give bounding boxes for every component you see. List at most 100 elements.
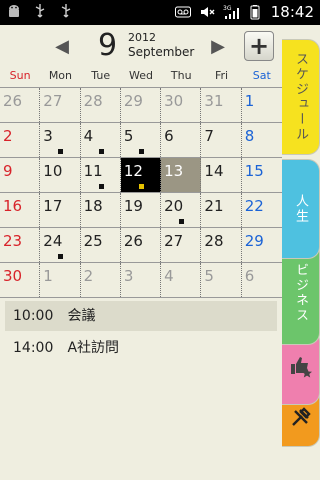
tools-icon xyxy=(291,407,311,426)
day-cell[interactable]: 16 xyxy=(0,193,41,227)
day-number: 28 xyxy=(83,92,103,110)
day-cell[interactable]: 11 xyxy=(81,158,121,192)
day-number: 23 xyxy=(3,232,23,250)
day-number: 31 xyxy=(204,92,224,110)
day-number: 25 xyxy=(83,232,103,250)
day-cell[interactable]: 26 xyxy=(0,88,41,122)
event-marker xyxy=(98,149,104,154)
day-cell[interactable]: 8 xyxy=(242,123,282,157)
event-marker xyxy=(58,254,64,259)
day-number: 15 xyxy=(244,162,264,180)
tab-schedule-label: スケジュール xyxy=(293,52,308,142)
day-cell[interactable]: 18 xyxy=(81,193,121,227)
thumbs-up-star-icon xyxy=(290,357,312,378)
day-cell[interactable]: 4 xyxy=(81,123,121,157)
android-icon xyxy=(9,5,19,17)
day-cell[interactable]: 26 xyxy=(121,228,162,262)
day-cell[interactable]: 1 xyxy=(242,88,282,122)
day-number: 21 xyxy=(204,197,224,215)
day-number: 16 xyxy=(3,197,23,215)
day-number: 24 xyxy=(43,232,63,250)
svg-text:3G: 3G xyxy=(223,5,232,12)
day-cell[interactable]: 24 xyxy=(40,228,81,262)
weekday-label: Wed xyxy=(128,69,153,82)
day-number: 1 xyxy=(244,92,255,110)
usb-icon xyxy=(35,4,45,18)
side-tabs: ビジネス 人生 スケジュール xyxy=(282,25,320,480)
day-cell[interactable]: 9 xyxy=(0,158,41,192)
day-cell[interactable]: 15 xyxy=(242,158,282,192)
day-number: 6 xyxy=(244,267,255,285)
event-marker xyxy=(138,149,144,154)
day-cell[interactable]: 28 xyxy=(201,228,242,262)
day-number: 5 xyxy=(123,127,134,145)
day-cell[interactable]: 5 xyxy=(121,123,162,157)
day-number: 5 xyxy=(204,267,214,285)
day-cell[interactable]: 27 xyxy=(161,228,202,262)
day-cell[interactable]: 28 xyxy=(81,88,121,122)
day-cell[interactable]: 30 xyxy=(161,88,202,122)
weekday-label: Sat xyxy=(252,69,271,82)
day-cell[interactable]: 14 xyxy=(201,158,242,192)
day-number: 4 xyxy=(83,127,94,145)
day-number: 27 xyxy=(164,232,184,250)
next-month-button[interactable]: ▶ xyxy=(208,37,228,57)
day-number: 11 xyxy=(83,162,103,180)
calendar-main: ◀ 9 2012 September ▶ + Sun Mon Tue Wed T… xyxy=(0,25,282,480)
calendar-grid: 26 27 28 29 30 31 1 2 3 4 5 6 7 8 9 10 11 12 13 14 15 16 17 18 1… xyxy=(0,87,282,297)
day-cell[interactable]: 31 xyxy=(201,88,242,122)
day-cell[interactable]: 5 xyxy=(201,263,242,297)
day-number: 29 xyxy=(123,92,143,110)
event-marker xyxy=(98,184,104,189)
event-item[interactable]: 10:00 会議 xyxy=(5,301,277,331)
day-number: 17 xyxy=(43,197,63,215)
day-cell[interactable]: 2 xyxy=(0,123,41,157)
day-number: 20 xyxy=(164,197,184,215)
event-marker xyxy=(58,149,64,154)
day-number: 19 xyxy=(123,197,143,215)
day-number: 9 xyxy=(3,162,13,180)
day-number: 8 xyxy=(244,127,255,145)
weekday-label: Tue xyxy=(91,69,111,82)
day-cell[interactable]: 22 xyxy=(242,193,282,227)
day-cell-today[interactable]: 12 xyxy=(120,158,162,192)
day-cell[interactable]: 20 xyxy=(161,193,202,227)
day-cell[interactable]: 3 xyxy=(40,123,81,157)
day-cell[interactable]: 17 xyxy=(40,193,81,227)
day-cell[interactable]: 23 xyxy=(0,228,41,262)
day-cell[interactable]: 30 xyxy=(0,263,41,297)
day-cell[interactable]: 7 xyxy=(201,123,242,157)
tab-life[interactable]: 人生 xyxy=(282,159,320,259)
3g-signal-icon: 3G xyxy=(223,5,239,19)
calendar-week: 9 10 11 12 13 14 15 xyxy=(0,157,282,192)
event-item[interactable]: 14:00 A社訪問 xyxy=(5,333,277,363)
day-cell[interactable]: 21 xyxy=(201,193,242,227)
day-cell[interactable]: 29 xyxy=(121,88,162,122)
day-cell[interactable]: 2 xyxy=(81,263,121,297)
day-cell[interactable]: 10 xyxy=(40,158,81,192)
weekday-label: Thu xyxy=(170,69,192,82)
day-cell[interactable]: 4 xyxy=(161,263,202,297)
status-bar: 3G 18:42 xyxy=(0,0,320,25)
day-number: 6 xyxy=(164,127,174,145)
battery-icon xyxy=(250,5,260,20)
year-label: 2012 xyxy=(128,31,156,44)
day-cell[interactable]: 6 xyxy=(242,263,282,297)
add-event-button[interactable]: + xyxy=(244,31,274,61)
day-cell[interactable]: 1 xyxy=(40,263,81,297)
day-cell[interactable]: 6 xyxy=(161,123,202,157)
tab-business-label: ビジネス xyxy=(293,263,308,323)
month-name-label: September xyxy=(128,45,195,59)
event-title: A社訪問 xyxy=(67,340,120,356)
day-cell[interactable]: 25 xyxy=(81,228,121,262)
tab-schedule[interactable]: スケジュール xyxy=(282,39,320,155)
day-cell[interactable]: 3 xyxy=(121,263,162,297)
day-cell-selected[interactable]: 13 xyxy=(161,158,202,192)
calendar-week: 16 17 18 19 20 21 22 xyxy=(0,192,282,227)
day-cell[interactable]: 27 xyxy=(40,88,81,122)
day-cell[interactable]: 19 xyxy=(121,193,162,227)
day-number: 26 xyxy=(123,232,143,250)
day-cell[interactable]: 29 xyxy=(242,228,282,262)
tab-life-label: 人生 xyxy=(293,194,308,224)
prev-month-button[interactable]: ◀ xyxy=(52,37,72,57)
